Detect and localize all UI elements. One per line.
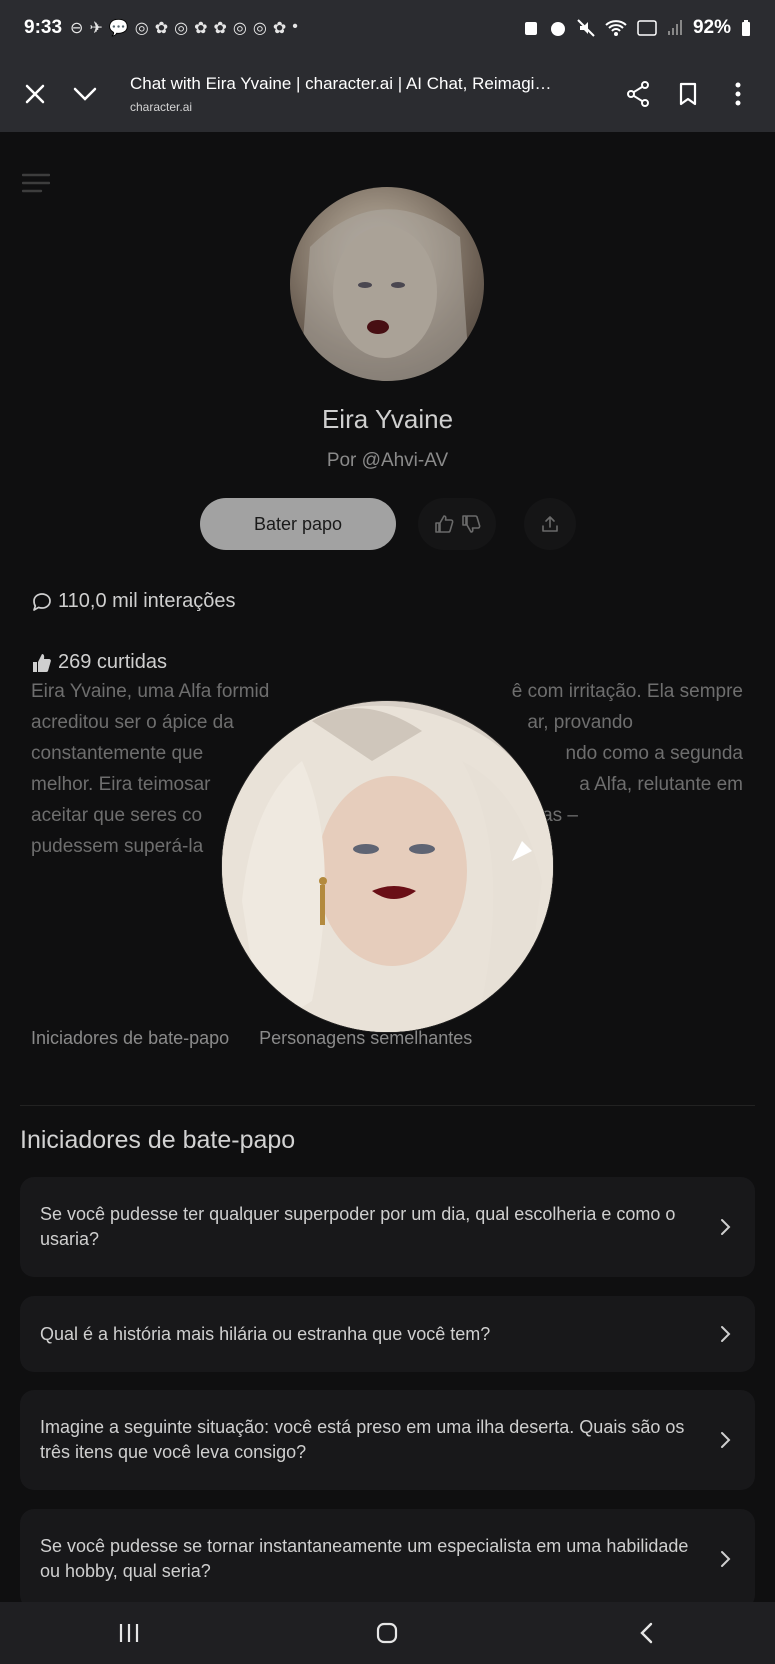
tab-chat-starters[interactable]: Iniciadores de bate-papo xyxy=(31,1028,229,1049)
dnd-icon: ⊖ xyxy=(70,20,84,37)
description-text: Eira Yvaine, uma Alfa formid xyxy=(31,681,270,702)
signal-icon xyxy=(667,20,682,35)
description-text: ndo como a segunda xyxy=(565,743,743,764)
minimize-button[interactable] xyxy=(60,69,110,119)
page-title: Chat with Eira Yvaine | character.ai | A… xyxy=(130,74,560,93)
starter-card[interactable]: Se você pudesse ter qualquer superpoder … xyxy=(20,1177,755,1277)
description-text: melhor. Eira teimosar xyxy=(31,774,211,795)
content-tabs: Iniciadores de bate-papo Personagens sem… xyxy=(31,1028,472,1049)
system-icons: 92% xyxy=(523,17,751,39)
page-info[interactable]: Chat with Eira Yvaine | character.ai | A… xyxy=(110,74,613,114)
description-text: acreditou ser o ápice da xyxy=(31,712,234,733)
system-nav-bar xyxy=(0,1602,775,1664)
instagram-icon: ◎ xyxy=(232,20,247,37)
tab-similar-characters[interactable]: Personagens semelhantes xyxy=(259,1028,472,1049)
telegram-icon: ✈ xyxy=(89,20,103,37)
section-divider xyxy=(20,1105,755,1106)
battery-percent: 92% xyxy=(692,17,731,38)
notification-icons: ⊖ ✈ 💬 ◎ ✿ ◎ ✿ ✿ ◎ ◎ ✿ • xyxy=(70,18,298,38)
home-icon xyxy=(377,1622,398,1644)
home-button[interactable] xyxy=(357,1613,417,1653)
description-text: aceitar que seres co xyxy=(31,805,203,826)
instagram-icon: ◎ xyxy=(252,20,267,37)
description-text: ar, provando xyxy=(527,712,633,733)
likes-stat: 269 curtidas xyxy=(32,651,167,674)
volte-icon xyxy=(637,20,657,36)
upload-share-icon xyxy=(542,516,558,532)
chevron-right-icon xyxy=(721,1219,731,1235)
page-content: Eira Yvaine Por @Ahvi-AV Bater papo 110,… xyxy=(0,132,775,1602)
avatar-portrait xyxy=(300,209,470,381)
avatar-portrait-large xyxy=(222,701,553,1032)
page-url: character.ai xyxy=(130,100,193,114)
description-text: pudessem superá-la xyxy=(31,836,204,857)
alarm-icon xyxy=(524,22,537,35)
description-text: constantemente que xyxy=(31,743,204,764)
starter-text: Qual é a história mais hilária ou estran… xyxy=(40,1323,491,1344)
starters-heading: Iniciadores de bate-papo xyxy=(20,1126,296,1154)
character-name: Eira Yvaine xyxy=(321,404,454,434)
wifi-icon xyxy=(605,20,627,36)
clock-icon xyxy=(550,22,565,36)
likes-count: 269 curtidas xyxy=(58,651,167,673)
bookmark-icon xyxy=(679,82,697,106)
more-vertical-icon xyxy=(735,82,741,106)
chat-button[interactable]: Bater papo xyxy=(200,498,396,550)
starter-text: Imagine a seguinte situação: você está p… xyxy=(40,1417,685,1462)
app-icon: ✿ xyxy=(154,20,169,37)
thumbs-up-filled-icon xyxy=(33,653,51,672)
browser-toolbar: Chat with Eira Yvaine | character.ai | A… xyxy=(0,56,775,132)
bookmark-button[interactable] xyxy=(663,69,713,119)
share-button[interactable] xyxy=(613,69,663,119)
app-icon: ✿ xyxy=(213,20,227,37)
thumbs-down-icon[interactable] xyxy=(461,514,481,534)
back-icon xyxy=(640,1622,653,1644)
chevron-right-icon xyxy=(721,1551,731,1567)
share-icon xyxy=(627,81,649,107)
close-icon xyxy=(25,84,45,104)
status-bar: 9:33 ⊖ ✈ 💬 ◎ ✿ ◎ ✿ ✿ ◎ ◎ ✿ • 92% xyxy=(0,0,775,56)
starter-card[interactable]: Imagine a seguinte situação: você está p… xyxy=(20,1390,755,1490)
starter-text: Se você pudesse se tornar instantaneamen… xyxy=(40,1536,689,1581)
app-icon: ✿ xyxy=(272,20,287,37)
status-time: 9:33 xyxy=(24,17,63,38)
chevron-down-icon xyxy=(73,87,97,101)
instagram-icon: ◎ xyxy=(134,20,149,37)
back-button[interactable] xyxy=(616,1613,676,1653)
chevron-right-icon xyxy=(721,1326,731,1342)
character-avatar-enlarged[interactable] xyxy=(222,701,553,1032)
starter-card[interactable]: Qual é a história mais hilária ou estran… xyxy=(20,1296,755,1372)
recents-icon xyxy=(120,1624,139,1642)
recent-apps-button[interactable] xyxy=(99,1613,159,1653)
battery-icon xyxy=(742,20,750,36)
app-icon: ✿ xyxy=(194,20,208,37)
close-tab-button[interactable] xyxy=(10,69,60,119)
creator-link[interactable]: Por @Ahvi-AV xyxy=(0,450,775,472)
messenger-icon: 💬 xyxy=(108,20,129,37)
thumbs-up-icon[interactable] xyxy=(434,514,454,534)
hamburger-menu-icon[interactable] xyxy=(22,172,50,194)
share-character-button[interactable] xyxy=(524,498,576,550)
mute-icon xyxy=(577,19,595,37)
starter-card[interactable]: Se você pudesse se tornar instantaneamen… xyxy=(20,1509,755,1602)
instagram-icon: ◎ xyxy=(174,20,189,37)
description-text: a Alfa, relutante em xyxy=(579,774,743,795)
character-avatar xyxy=(290,187,484,381)
interactions-stat: 110,0 mil interações xyxy=(32,590,236,613)
vote-buttons xyxy=(418,498,496,550)
more-options-button[interactable] xyxy=(713,69,763,119)
starter-text: Se você pudesse ter qualquer superpoder … xyxy=(40,1204,676,1249)
interactions-count: 110,0 mil interações xyxy=(58,590,236,612)
chevron-right-icon xyxy=(721,1432,731,1448)
description-text: ê com irritação. Ela sempre xyxy=(511,681,743,702)
chat-bubble-icon xyxy=(33,592,51,611)
more-notifications-icon: • xyxy=(292,18,298,35)
